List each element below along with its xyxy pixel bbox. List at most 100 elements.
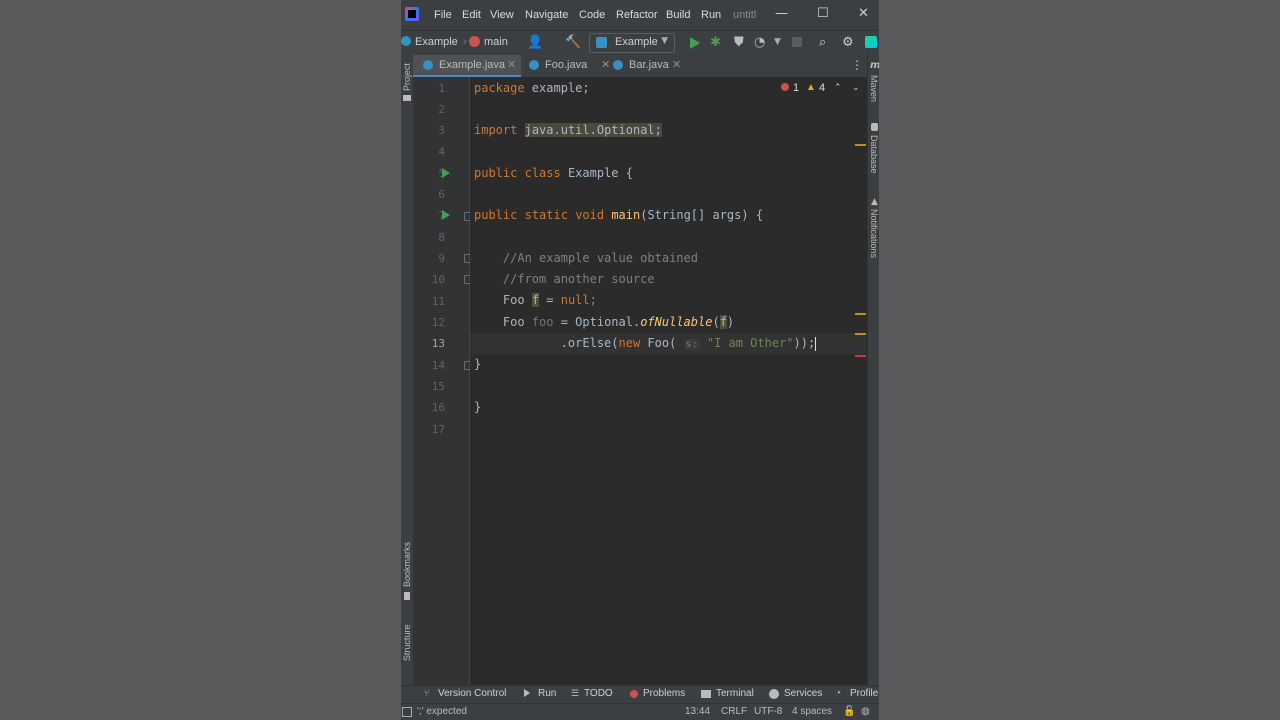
line-number: 2 [438,103,445,116]
line-number: 10 [431,273,445,286]
menu-refactor[interactable]: Refactor [616,9,658,21]
previous-problem-icon[interactable]: ⌃ [834,82,842,93]
run-icon[interactable] [690,37,700,49]
tab-bar-java[interactable]: Bar.java ✕ [605,55,695,77]
code-line-1: package example; [474,81,590,95]
toolwindow-terminal[interactable]: Terminal [716,688,754,699]
warning-stripe-mark[interactable] [855,144,866,146]
toolwindow-services[interactable]: Services [784,688,822,699]
notifications-tool-button[interactable]: Notifications [869,209,879,258]
problems-error-icon [630,690,638,698]
toolwindow-problems[interactable]: Problems [643,688,685,699]
code-editor[interactable]: package example; import java.util.Option… [470,77,866,685]
code-line-5: public class Example { [474,166,633,180]
services-icon [769,689,779,699]
debug-icon[interactable]: ✱ [710,35,721,50]
parameter-hint: s: [683,339,700,350]
tab-label: Foo.java [545,59,588,71]
maximize-icon[interactable]: ☐ [817,6,829,21]
error-count: 1 [793,82,800,94]
database-tool-button[interactable]: Database [869,135,879,174]
menu-file[interactable]: File [434,9,452,21]
menu-navigate[interactable]: Navigate [525,9,568,21]
status-bar: ';' expected 13:44 CRLF UTF-8 4 spaces 🔓… [401,703,879,720]
editor-tab-bar: Example.java ✕ Foo.java ✕ Bar.java ✕ ⋮ [413,55,867,78]
line-number: 12 [431,316,445,329]
java-class-icon [423,60,433,70]
warning-icon[interactable]: ▲ [806,82,816,93]
search-icon[interactable]: ⌕ [819,35,826,50]
java-class-icon [613,60,623,70]
error-icon[interactable] [781,83,789,91]
database-icon [871,123,878,131]
menu-run[interactable]: Run [701,9,721,21]
menu-bar: File Edit View Navigate Code Refactor Bu… [401,0,879,30]
class-icon [401,36,411,46]
toolwindow-profiler[interactable]: Profiler [850,688,879,699]
breadcrumb-project[interactable]: Example [415,36,458,48]
menu-build[interactable]: Build [666,9,690,21]
line-number: 15 [431,380,445,393]
breadcrumb-method[interactable]: main [484,36,508,48]
toolbox-icon[interactable] [865,36,877,48]
user-icon[interactable]: 👤 [527,35,543,50]
run-config-icon [596,37,607,48]
ide-window: File Edit View Navigate Code Refactor Bu… [401,0,879,720]
line-number: 7 [438,209,445,222]
code-line-11: Foo f = null; [502,293,597,307]
chevron-down-icon: ▼ [661,36,668,46]
file-encoding[interactable]: UTF-8 [754,706,782,717]
line-number: 9 [438,252,445,265]
menu-view[interactable]: View [490,9,514,21]
bookmarks-tool-button[interactable]: Bookmarks [402,542,412,587]
project-tool-button[interactable]: Project [402,63,412,91]
line-separator[interactable]: CRLF [721,706,747,717]
terminal-icon [701,690,711,698]
indent-setting[interactable]: 4 spaces [792,706,832,717]
tab-example-java[interactable]: Example.java ✕ [413,55,521,77]
navigation-toolbar: Example › main 👤 🔨 Example ▼ ✱ ⛊ ◔ ▼ ⌕ ⚙ [401,30,879,56]
java-class-icon [529,60,539,70]
run-class-gutter-icon[interactable] [442,168,450,178]
coverage-icon[interactable]: ⛊ [734,35,744,50]
text-caret [815,336,817,351]
memory-indicator-icon[interactable]: ◍ [861,706,870,717]
right-tool-strip: m Maven Database ▲ Notifications [867,55,879,685]
toolwindow-todo[interactable]: TODO [584,688,613,699]
line-number: 11 [431,295,445,308]
toolwindow-run[interactable]: Run [538,688,556,699]
close-tab-icon[interactable]: ✕ [672,58,681,71]
run-configuration-select[interactable]: Example ▼ [589,33,675,53]
build-hammer-icon[interactable]: 🔨 [565,35,581,50]
caret-position[interactable]: 13:44 [685,706,710,717]
line-number: 3 [438,124,445,137]
stop-icon[interactable] [792,37,802,47]
toolwindow-version-control[interactable]: Version Control [438,688,506,699]
error-stripe-mark[interactable] [855,355,866,357]
warning-stripe-mark[interactable] [855,333,866,335]
tool-window-bar: ⑂ Version Control Run ☰ TODO Problems Te… [401,685,879,703]
next-problem-icon[interactable]: ⌄ [852,82,860,93]
more-run-chevron-icon[interactable]: ▼ [774,37,781,47]
close-icon[interactable]: ✕ [858,6,869,21]
profile-icon[interactable]: ◔ [754,35,765,50]
lock-icon[interactable]: 🔓 [843,706,855,717]
status-message: ';' expected [417,706,467,717]
warning-stripe-mark[interactable] [855,313,866,315]
maven-tool-button[interactable]: Maven [869,75,879,102]
tool-windows-toggle-icon[interactable] [402,707,412,717]
line-number-current: 13 [431,337,445,350]
folder-icon [403,95,411,101]
line-number: 1 [438,82,445,95]
menu-code[interactable]: Code [579,9,605,21]
line-number: 17 [431,423,445,436]
menu-edit[interactable]: Edit [462,9,481,21]
run-main-gutter-icon[interactable] [442,210,450,220]
close-tab-icon[interactable]: ✕ [507,58,516,71]
settings-gear-icon[interactable]: ⚙ [842,35,854,50]
tab-label: Example.java [439,59,506,71]
more-tabs-icon[interactable]: ⋮ [851,58,863,72]
code-line-9: //An example value obtained [502,251,698,265]
structure-tool-button[interactable]: Structure [402,624,412,661]
minimize-icon[interactable]: — [775,6,788,21]
